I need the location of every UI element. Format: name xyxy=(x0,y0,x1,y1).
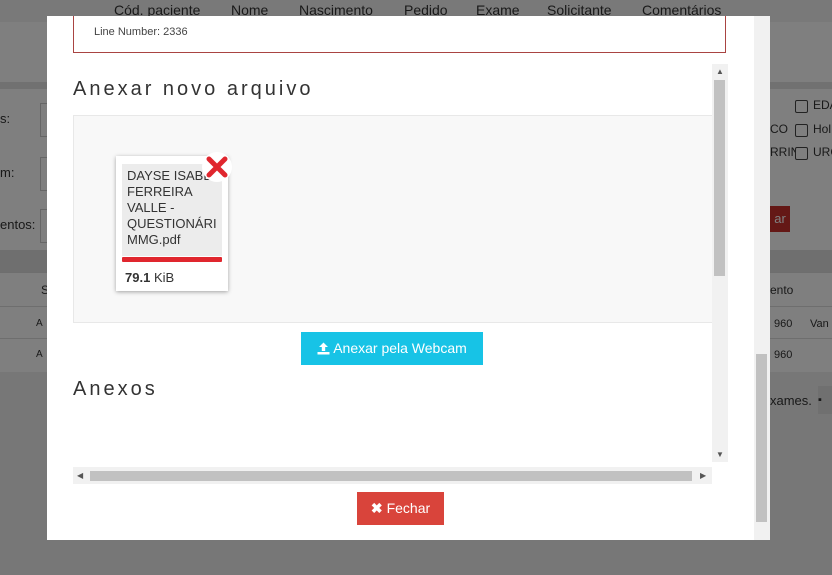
remove-x-icon[interactable] xyxy=(202,152,232,182)
scroll-up-arrow-icon[interactable]: ▲ xyxy=(716,67,724,77)
scroll-left-arrow-icon[interactable]: ◀ xyxy=(77,471,83,481)
dropzone[interactable]: DAYSE ISABEL FERREIRA VALLE - QUESTIONÁR… xyxy=(73,115,713,323)
attachments-title: Anexos xyxy=(73,378,158,400)
file-name: DAYSE ISABEL FERREIRA VALLE - QUESTIONÁR… xyxy=(127,168,220,247)
webcam-attach-button[interactable]: Anexar pela Webcam xyxy=(301,332,483,365)
line-number-text: Line Number: 2336 xyxy=(94,26,188,38)
scroll-right-arrow-icon[interactable]: ▶ xyxy=(700,471,706,481)
file-size-unit: KiB xyxy=(153,270,175,285)
attach-modal: Line Number: 2336 Anexar novo arquivo DA… xyxy=(47,16,770,540)
content-vertical-thumb[interactable] xyxy=(714,80,725,276)
close-button-label: Fechar xyxy=(386,500,431,516)
modal-vertical-thumb[interactable] xyxy=(756,354,767,522)
info-box: Line Number: 2336 xyxy=(73,16,726,53)
file-size-value: 79.1 xyxy=(125,270,151,285)
content-horizontal-scrollbar[interactable]: ◀ ▶ xyxy=(73,467,712,484)
modal-content-scroll[interactable]: Anexar novo arquivo DAYSE ISABEL FERREIR… xyxy=(73,64,728,484)
file-preview: DAYSE ISABEL FERREIRA VALLE - QUESTIONÁR… xyxy=(116,152,232,291)
scroll-down-arrow-icon[interactable]: ▼ xyxy=(716,450,724,460)
close-button[interactable]: ✖ Fechar xyxy=(357,492,444,525)
attach-title: Anexar novo arquivo xyxy=(73,78,314,100)
modal-vertical-scrollbar[interactable] xyxy=(754,16,770,540)
content-horizontal-thumb[interactable] xyxy=(90,471,692,481)
upload-progress xyxy=(122,257,222,262)
content-vertical-scrollbar[interactable]: ▲ ▼ xyxy=(712,64,728,462)
upload-icon xyxy=(317,342,330,355)
file-size: 79.1 KiB xyxy=(125,270,174,285)
webcam-button-label: Anexar pela Webcam xyxy=(333,340,467,356)
times-icon: ✖ xyxy=(370,500,383,516)
